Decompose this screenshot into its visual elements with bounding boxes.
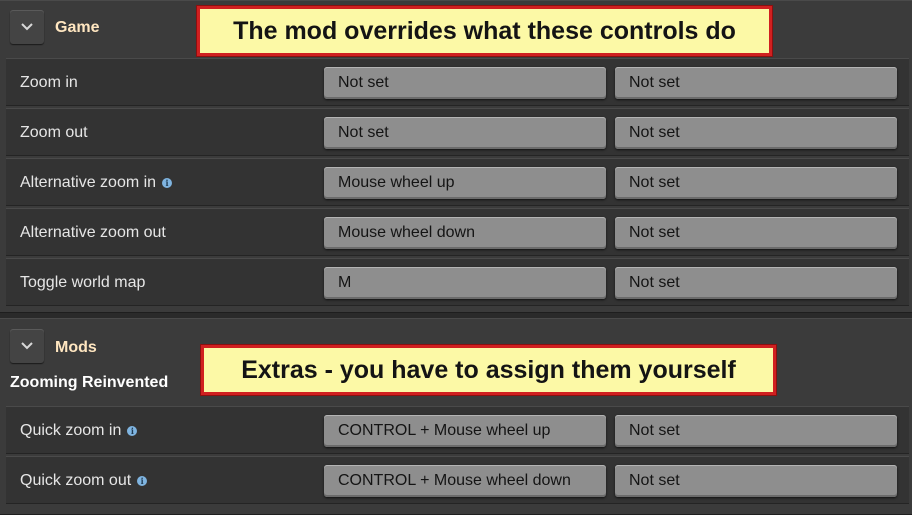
primary-binding-button[interactable]: CONTROL + Mouse wheel up xyxy=(324,415,606,447)
secondary-binding-button[interactable]: Not set xyxy=(615,465,897,497)
annotation-callout-bottom: Extras - you have to assign them yoursel… xyxy=(201,345,776,395)
control-row-zoom-in: Zoom in Not set Not set xyxy=(6,58,909,106)
info-icon[interactable]: i xyxy=(127,426,138,436)
primary-binding-button[interactable]: CONTROL + Mouse wheel down xyxy=(324,465,606,497)
chevron-down-icon xyxy=(21,23,33,31)
control-label-text: Alternative zoom out xyxy=(20,224,166,241)
control-label-text: Toggle world map xyxy=(20,274,146,291)
info-icon[interactable]: i xyxy=(162,178,173,188)
control-row-alternative-zoom-out: Alternative zoom out Mouse wheel down No… xyxy=(6,208,909,256)
control-label-text: Quick zoom in xyxy=(20,422,122,439)
mods-collapse-button[interactable] xyxy=(10,329,44,363)
mod-name-heading: Zooming Reinvented xyxy=(10,374,169,391)
control-row-alternative-zoom-in: Alternative zoom in i Mouse wheel up Not… xyxy=(6,158,909,206)
secondary-binding-button[interactable]: Not set xyxy=(615,167,897,199)
primary-binding-button[interactable]: Not set xyxy=(324,67,606,99)
mods-section-title: Mods xyxy=(55,339,97,356)
control-label: Alternative zoom out xyxy=(20,209,166,257)
mod-controls-list: Quick zoom in i CONTROL + Mouse wheel up… xyxy=(6,406,909,504)
secondary-binding-button[interactable]: Not set xyxy=(615,267,897,299)
chevron-down-icon xyxy=(21,342,33,350)
primary-binding-button[interactable]: Mouse wheel up xyxy=(324,167,606,199)
control-row-toggle-world-map: Toggle world map M Not set xyxy=(6,258,909,306)
control-label: Zoom in xyxy=(20,59,78,107)
primary-binding-button[interactable]: M xyxy=(324,267,606,299)
primary-binding-button[interactable]: Not set xyxy=(324,117,606,149)
control-label: Quick zoom in i xyxy=(20,407,138,455)
info-icon[interactable]: i xyxy=(137,476,148,486)
secondary-binding-button[interactable]: Not set xyxy=(615,67,897,99)
control-label-text: Zoom in xyxy=(20,74,78,91)
control-row-quick-zoom-in: Quick zoom in i CONTROL + Mouse wheel up… xyxy=(6,406,909,454)
secondary-binding-button[interactable]: Not set xyxy=(615,217,897,249)
secondary-binding-button[interactable]: Not set xyxy=(615,415,897,447)
control-row-quick-zoom-out: Quick zoom out i CONTROL + Mouse wheel d… xyxy=(6,456,909,504)
control-label: Quick zoom out i xyxy=(20,457,148,505)
control-label-text: Quick zoom out xyxy=(20,472,132,489)
control-label: Alternative zoom in i xyxy=(20,159,173,207)
game-collapse-button[interactable] xyxy=(10,10,44,44)
secondary-binding-button[interactable]: Not set xyxy=(615,117,897,149)
control-label-text: Alternative zoom in xyxy=(20,174,157,191)
control-label: Toggle world map xyxy=(20,259,145,307)
game-controls-list: Zoom in Not set Not set Zoom out Not set… xyxy=(6,58,909,306)
control-label-text: Zoom out xyxy=(20,124,88,141)
control-row-zoom-out: Zoom out Not set Not set xyxy=(6,108,909,156)
primary-binding-button[interactable]: Mouse wheel down xyxy=(324,217,606,249)
game-section-title: Game xyxy=(55,19,100,36)
annotation-callout-top: The mod overrides what these controls do xyxy=(197,6,772,56)
control-label: Zoom out xyxy=(20,109,88,157)
